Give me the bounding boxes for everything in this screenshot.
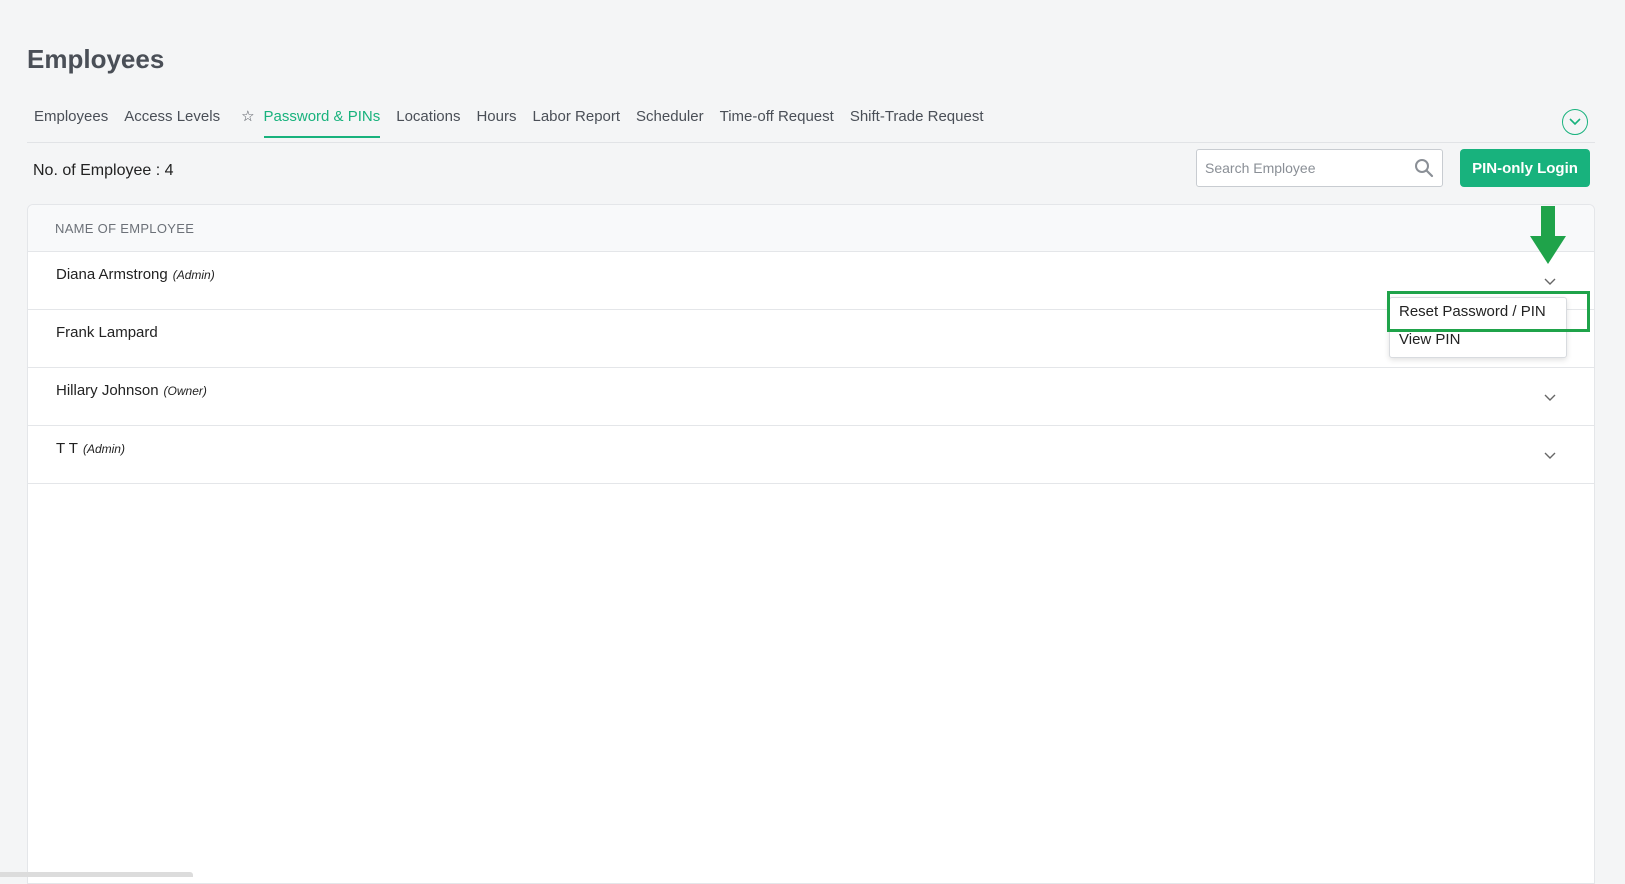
tab-locations[interactable]: Locations — [389, 100, 467, 137]
column-header-name: NAME OF EMPLOYEE — [55, 220, 195, 236]
tab-scheduler[interactable]: Scheduler — [629, 100, 711, 137]
search-box[interactable] — [1196, 149, 1443, 187]
table-row[interactable]: Diana Armstrong (Admin) — [28, 252, 1594, 310]
chevron-down-icon[interactable] — [1543, 448, 1557, 462]
row-action-dropdown: Reset Password / PIN View PIN — [1389, 297, 1567, 358]
table-row[interactable]: Hillary Johnson (Owner) — [28, 368, 1594, 426]
tab-hours[interactable]: Hours — [469, 100, 523, 137]
reset-password-pin-menu-item[interactable]: Reset Password / PIN — [1390, 298, 1566, 326]
tab-shift-trade-request[interactable]: Shift-Trade Request — [843, 100, 991, 137]
tab-employees[interactable]: Employees — [27, 100, 115, 137]
employee-name: Hillary Johnson — [56, 382, 159, 399]
view-pin-menu-item[interactable]: View PIN — [1390, 326, 1566, 354]
employee-name: Diana Armstrong — [56, 266, 168, 283]
chevron-down-icon[interactable] — [1543, 390, 1557, 404]
employee-role: (Admin) — [82, 441, 125, 456]
page-title: Employees — [27, 44, 165, 74]
down-arrow-icon — [1530, 206, 1566, 264]
search-icon[interactable] — [1414, 158, 1434, 178]
table-row[interactable]: T T (Admin) — [28, 426, 1594, 484]
tab-labor-report[interactable]: Labor Report — [525, 100, 627, 137]
tab-password-pins[interactable]: Password & PINs — [257, 100, 388, 138]
table-row[interactable]: Frank Lampard — [28, 310, 1594, 368]
employee-name: T T — [56, 440, 78, 457]
table-header: NAME OF EMPLOYEE — [28, 205, 1594, 252]
employee-role: (Owner) — [163, 383, 207, 398]
employee-role: (Admin) — [172, 267, 215, 282]
employee-count: No. of Employee : 4 — [33, 162, 174, 179]
collapse-chevron-icon — [1569, 118, 1581, 126]
search-input[interactable] — [1197, 160, 1414, 176]
employee-name: Frank Lampard — [56, 324, 158, 341]
collapse-toggle-button[interactable] — [1562, 109, 1588, 135]
pin-only-login-button[interactable]: PIN-only Login — [1460, 149, 1590, 187]
horizontal-scrollbar[interactable] — [0, 872, 193, 877]
tab-time-off-request[interactable]: Time-off Request — [713, 100, 841, 137]
tab-bar: Employees Access Levels ☆ Password & PIN… — [27, 100, 1595, 143]
tab-access-levels[interactable]: Access Levels — [117, 100, 227, 137]
star-icon[interactable]: ☆ — [229, 100, 256, 125]
chevron-down-icon[interactable] — [1543, 274, 1557, 288]
employee-table: NAME OF EMPLOYEE Diana Armstrong (Admin)… — [27, 204, 1595, 884]
